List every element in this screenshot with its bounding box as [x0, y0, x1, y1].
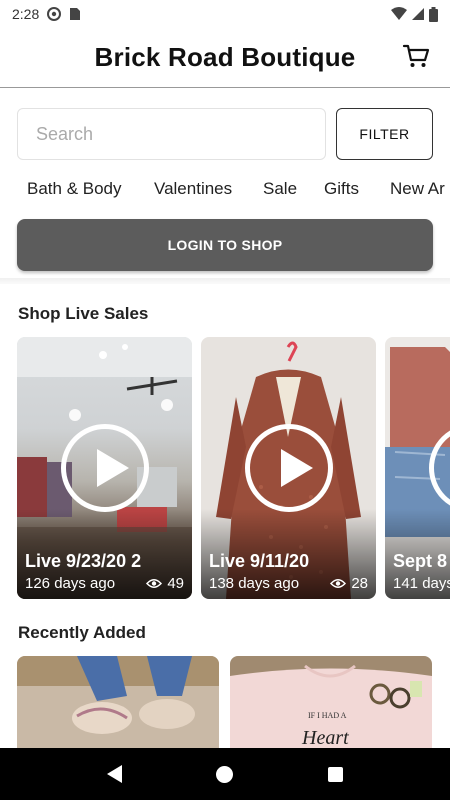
eye-icon: [146, 579, 163, 588]
recent-apps-icon[interactable]: [327, 766, 343, 782]
section-divider: [0, 278, 450, 284]
back-icon[interactable]: [107, 765, 123, 783]
live-sale-title: Sept 8: [393, 551, 448, 571]
play-icon[interactable]: [245, 424, 333, 512]
recently-added-row: IF I HAD A Heart: [17, 656, 450, 748]
sweatshirt-print-heart: Heart: [301, 727, 349, 748]
category-sale[interactable]: Sale: [263, 179, 297, 199]
jeans-shoes-image: [17, 656, 219, 748]
search-row: FILTER: [17, 108, 433, 160]
at-sign-icon: [47, 7, 62, 21]
app-bar: Brick Road Boutique: [0, 28, 450, 88]
live-sale-card[interactable]: Live 9/11/20 138 days ago 28: [201, 337, 376, 599]
cart-icon[interactable]: [402, 42, 430, 70]
live-sales-carousel: Live 9/23/20 2 126 days ago 49 Live 9/11…: [17, 337, 450, 599]
category-bar: Bath & Body Valentines Sale Gifts New Ar: [0, 176, 450, 204]
status-bar: 2:28: [0, 0, 450, 28]
filter-button[interactable]: FILTER: [336, 108, 433, 160]
live-sale-views: 28: [330, 575, 368, 592]
live-sale-card[interactable]: Live 9/23/20 2 126 days ago 49: [17, 337, 192, 599]
recent-item-card[interactable]: [17, 656, 219, 748]
live-sale-card[interactable]: Sept 8 141 days: [385, 337, 450, 599]
category-valentines[interactable]: Valentines: [154, 179, 232, 199]
live-sale-title: Live 9/11/20: [209, 551, 310, 571]
views-count: 28: [351, 575, 368, 592]
pink-sweatshirt-image: IF I HAD A Heart: [230, 656, 432, 748]
status-time: 2:28: [12, 6, 40, 22]
login-to-shop-button[interactable]: LOGIN TO SHOP: [17, 219, 433, 271]
live-sale-age: 126 days ago: [25, 575, 116, 592]
views-count: 49: [167, 575, 184, 592]
category-bath-body[interactable]: Bath & Body: [27, 179, 122, 199]
eye-icon: [330, 579, 347, 588]
recently-added-title: Recently Added: [18, 623, 146, 642]
live-sales-title: Shop Live Sales: [18, 304, 149, 323]
category-new-arrivals[interactable]: New Ar: [390, 179, 445, 199]
play-icon[interactable]: [61, 424, 149, 512]
category-gifts[interactable]: Gifts: [324, 179, 359, 199]
recent-item-card[interactable]: IF I HAD A Heart: [230, 656, 432, 748]
home-icon[interactable]: [216, 765, 234, 783]
signal-icon: [412, 8, 424, 20]
live-sale-age: 138 days ago: [209, 575, 300, 592]
app-title: Brick Road Boutique: [94, 42, 356, 72]
live-sale-views: 49: [146, 575, 184, 592]
search-input[interactable]: [17, 108, 326, 160]
battery-icon: [429, 6, 438, 22]
wifi-icon: [391, 7, 407, 20]
live-sale-title: Live 9/23/20 2: [25, 551, 142, 571]
system-nav-bar: [0, 748, 450, 800]
sweatshirt-print-text: IF I HAD A: [308, 711, 347, 720]
live-sale-age: 141 days: [393, 575, 450, 592]
sim-card-icon: [70, 8, 81, 20]
